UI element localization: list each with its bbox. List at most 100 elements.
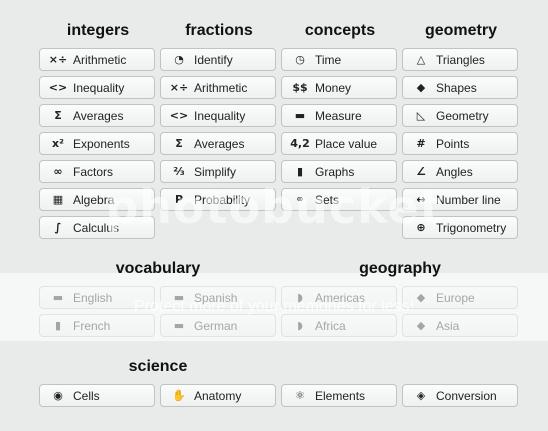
button-label: Triangles <box>436 52 485 67</box>
clock-icon: ◷ <box>295 53 305 66</box>
money-icon: $$ <box>292 81 308 94</box>
heading-fractions: fractions <box>185 22 253 39</box>
shapes-icon: ◆ <box>416 81 426 94</box>
button-label: Averages <box>194 136 245 151</box>
button-label: German <box>194 318 238 333</box>
button-label: Place value <box>315 136 378 151</box>
integers-exponents-button[interactable]: x² Exponents <box>39 132 155 155</box>
unit-circle-icon: ⊕ <box>416 221 426 234</box>
button-label: Algebra <box>73 192 115 207</box>
europe-map-icon: ◆ <box>416 291 426 304</box>
multiply-divide-icon: ×÷ <box>169 81 189 94</box>
science-conversion-button[interactable]: ◈ Conversion <box>402 384 518 407</box>
probability-icon: P <box>174 193 184 206</box>
integers-calculus-button[interactable]: ∫ Calculus <box>39 216 155 239</box>
button-label: Europe <box>436 290 475 305</box>
button-label: Identify <box>194 52 233 67</box>
conversion-icon: ◈ <box>416 389 426 402</box>
geography-europe-button[interactable]: ◆ Europe <box>402 286 518 309</box>
button-label: Calculus <box>73 220 120 235</box>
sigma-icon: Σ <box>54 109 62 122</box>
geometry-geometry-button[interactable]: ◺ Geometry <box>402 104 518 127</box>
button-label: Money <box>315 80 352 95</box>
button-label: Exponents <box>73 136 130 151</box>
france-flag-icon: ▮ <box>54 319 62 332</box>
fractions-arithmetic-button[interactable]: ×÷ Arithmetic <box>160 76 276 99</box>
geography-americas-button[interactable]: ◗ Americas <box>281 286 397 309</box>
button-label: French <box>73 318 111 333</box>
integers-inequality-button[interactable]: <> Inequality <box>39 76 155 99</box>
place-value-icon: 4,2 <box>290 137 310 150</box>
germany-flag-icon: ▬ <box>173 319 185 332</box>
concepts-place-value-button[interactable]: 4,2 Place value <box>281 132 397 155</box>
fractions-averages-button[interactable]: Σ Averages <box>160 132 276 155</box>
concepts-graphs-button[interactable]: ▮ Graphs <box>281 160 397 183</box>
heading-science: science <box>128 358 188 375</box>
integers-algebra-button[interactable]: ▦ Algebra <box>39 188 155 211</box>
fractions-identify-button[interactable]: ◔ Identify <box>160 48 276 71</box>
ruler-icon: ▬ <box>294 109 306 122</box>
geography-africa-button[interactable]: ◗ Africa <box>281 314 397 337</box>
integers-arithmetic-button[interactable]: ×÷ Arithmetic <box>39 48 155 71</box>
button-label: Factors <box>73 164 114 179</box>
vocabulary-spanish-button[interactable]: ▬ Spanish <box>160 286 276 309</box>
integers-factors-button[interactable]: ∞ Factors <box>39 160 155 183</box>
geometry-points-button[interactable]: # Points <box>402 132 518 155</box>
integers-averages-button[interactable]: Σ Averages <box>39 104 155 127</box>
vocabulary-english-button[interactable]: ▬ English <box>39 286 155 309</box>
algebra-icon: ▦ <box>52 193 64 206</box>
button-label: Spanish <box>194 290 238 305</box>
geometry-angles-button[interactable]: ∠ Angles <box>402 160 518 183</box>
africa-map-icon: ◗ <box>297 319 303 332</box>
button-label: Inequality <box>73 80 125 95</box>
concepts-sets-button[interactable]: ⚭ Sets <box>281 188 397 211</box>
geometry-triangles-button[interactable]: △ Triangles <box>402 48 518 71</box>
science-cells-button[interactable]: ◉ Cells <box>39 384 155 407</box>
fractions-simplify-button[interactable]: ⅔ Simplify <box>160 160 276 183</box>
button-label: Points <box>436 136 470 151</box>
button-label: Geometry <box>436 108 489 123</box>
button-label: Time <box>315 52 342 67</box>
factors-icon: ∞ <box>53 165 63 178</box>
concepts-time-button[interactable]: ◷ Time <box>281 48 397 71</box>
geometry-trigonometry-button[interactable]: ⊕ Trigonometry <box>402 216 518 239</box>
heading-geography: geography <box>359 260 441 277</box>
button-label: Measure <box>315 108 362 123</box>
spain-flag-icon: ▬ <box>173 291 185 304</box>
venn-icon: ⚭ <box>295 193 305 206</box>
fractions-probability-button[interactable]: P Probability <box>160 188 276 211</box>
geography-asia-button[interactable]: ◆ Asia <box>402 314 518 337</box>
button-label: Conversion <box>436 388 497 403</box>
americas-map-icon: ◗ <box>297 291 303 304</box>
uk-flag-icon: ▬ <box>52 291 64 304</box>
button-label: Averages <box>73 108 124 123</box>
grid-icon: # <box>416 137 426 150</box>
vocabulary-french-button[interactable]: ▮ French <box>39 314 155 337</box>
button-label: Shapes <box>436 80 477 95</box>
heading-vocabulary: vocabulary <box>115 260 201 277</box>
triangle-icon: △ <box>416 53 426 66</box>
button-label: Americas <box>315 290 366 305</box>
button-label: Anatomy <box>194 388 242 403</box>
button-label: Sets <box>315 192 340 207</box>
button-label: Asia <box>436 318 460 333</box>
integral-icon: ∫ <box>54 221 62 234</box>
geometry-shapes-button[interactable]: ◆ Shapes <box>402 76 518 99</box>
button-label: Africa <box>315 318 346 333</box>
button-label: Arithmetic <box>73 52 127 67</box>
sigma-icon: Σ <box>175 137 183 150</box>
science-elements-button[interactable]: ⚛ Elements <box>281 384 397 407</box>
button-label: Arithmetic <box>194 80 248 95</box>
concepts-money-button[interactable]: $$ Money <box>281 76 397 99</box>
concepts-measure-button[interactable]: ▬ Measure <box>281 104 397 127</box>
geometry-number-line-button[interactable]: ↔ Number line <box>402 188 518 211</box>
fractions-inequality-button[interactable]: <> Inequality <box>160 104 276 127</box>
button-label: Number line <box>436 192 501 207</box>
number-line-icon: ↔ <box>416 193 426 206</box>
button-label: Elements <box>315 388 366 403</box>
button-label: Graphs <box>315 164 355 179</box>
vocabulary-german-button[interactable]: ▬ German <box>160 314 276 337</box>
atom-icon: ⚛ <box>295 389 305 402</box>
angle-icon: ∠ <box>416 165 426 178</box>
science-anatomy-button[interactable]: ✋ Anatomy <box>160 384 276 407</box>
